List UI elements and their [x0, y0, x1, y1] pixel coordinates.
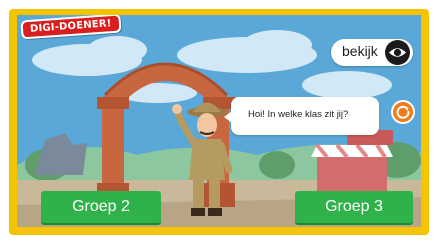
- replay-button[interactable]: [391, 100, 415, 124]
- speech-bubble-tail: [224, 111, 232, 123]
- answer-button-groep-2[interactable]: Groep 2: [41, 191, 161, 223]
- view-button[interactable]: bekijk: [331, 39, 413, 66]
- game-scene: DIGI-DOENER! bekijk Hoi! In welke klas z…: [17, 15, 421, 227]
- replay-icon: [396, 105, 410, 119]
- speech-bubble: Hoi! In welke klas zit jij?: [224, 97, 379, 135]
- view-button-label: bekijk: [342, 43, 378, 59]
- answer-button-groep-3[interactable]: Groep 3: [295, 191, 413, 223]
- eye-icon: [385, 40, 410, 65]
- speech-bubble-text: Hoi! In welke klas zit jij?: [248, 109, 349, 120]
